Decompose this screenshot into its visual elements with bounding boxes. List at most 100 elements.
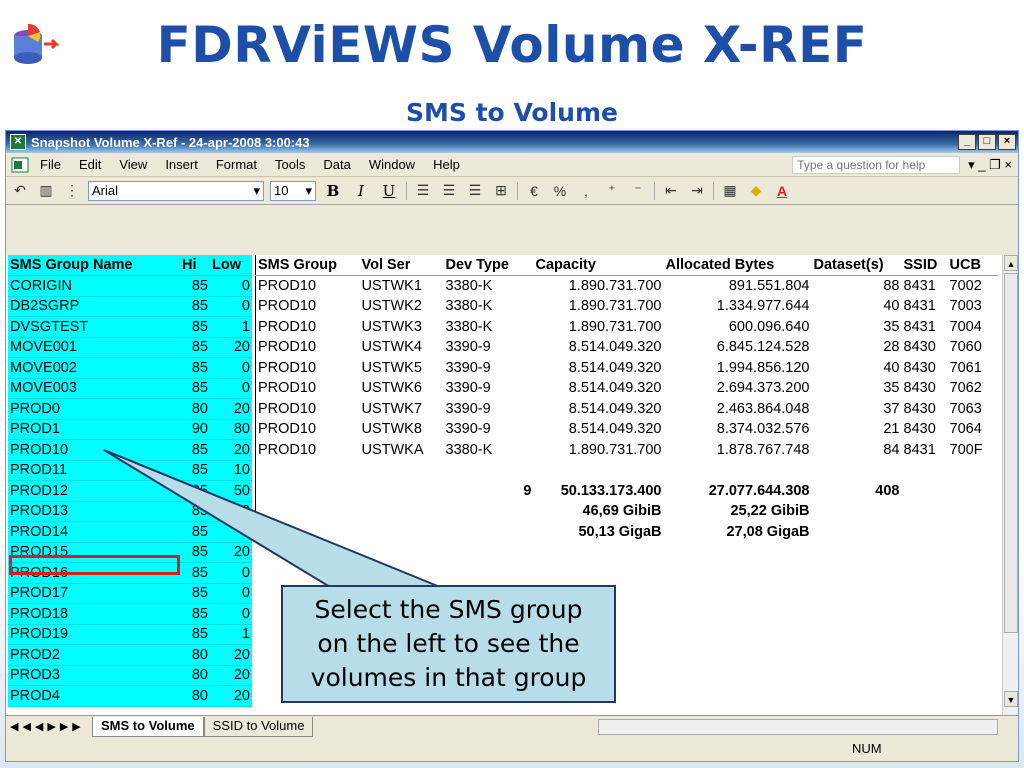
header-low[interactable]: Low bbox=[210, 255, 252, 276]
sms-group-name-cell[interactable]: PROD10 bbox=[8, 439, 180, 461]
sms-group-row[interactable]: MOVE002 85 0 bbox=[8, 357, 252, 379]
ssid-cell[interactable]: 8430 bbox=[902, 358, 948, 379]
underline-button[interactable]: U bbox=[378, 182, 400, 200]
sms-group-row[interactable]: PROD11 85 10 bbox=[8, 460, 252, 481]
sms-group-name-cell[interactable]: PROD11 bbox=[8, 460, 180, 481]
allocated-bytes-cell[interactable]: 1.334.977.644 bbox=[664, 296, 812, 317]
vol-ser-cell[interactable]: USTWK5 bbox=[360, 358, 444, 379]
volume-row[interactable]: PROD10 USTWKA 3380-K 1.890.731.700 1.878.767… bbox=[256, 440, 998, 461]
allocated-bytes-cell[interactable]: 1.878.767.748 bbox=[664, 440, 812, 461]
align-left-icon[interactable]: ☰ bbox=[413, 181, 433, 201]
sms-group-cell[interactable]: PROD10 bbox=[256, 337, 360, 358]
sms-group-name-cell[interactable]: PROD12 bbox=[8, 480, 180, 502]
allocated-bytes-cell[interactable]: 8.374.032.576 bbox=[664, 419, 812, 440]
sms-group-name-cell[interactable]: DB2SGRP bbox=[8, 296, 180, 317]
header-vol-ser[interactable]: Vol Ser bbox=[359, 255, 444, 276]
allocated-bytes-cell[interactable]: 891.551.804 bbox=[664, 276, 812, 297]
sms-group-cell[interactable]: PROD10 bbox=[256, 399, 360, 420]
increase-decimal-icon[interactable]: ⁺ bbox=[602, 181, 622, 201]
sms-group-low-cell[interactable]: 20 bbox=[210, 439, 252, 461]
sms-group-low-cell[interactable]: 0 bbox=[210, 521, 252, 543]
volume-row[interactable]: PROD10 USTWK1 3380-K 1.890.731.700 891.551.8… bbox=[256, 276, 998, 297]
volume-row[interactable]: PROD10 USTWK3 3380-K 1.890.731.700 600.096.6… bbox=[256, 317, 998, 338]
ucb-cell[interactable]: 7061 bbox=[948, 358, 998, 379]
sms-group-name-cell[interactable]: PROD3 bbox=[8, 665, 180, 686]
ucb-cell[interactable]: 7063 bbox=[948, 399, 998, 420]
allocated-bytes-cell[interactable]: 2.694.373.200 bbox=[664, 378, 812, 399]
dev-type-cell[interactable]: 3390-9 bbox=[444, 399, 534, 420]
sms-group-low-cell[interactable]: 20 bbox=[210, 398, 252, 420]
sms-group-row[interactable]: PROD1 90 80 bbox=[8, 419, 252, 440]
dev-type-cell[interactable]: 3380-K bbox=[444, 317, 534, 338]
sms-group-row[interactable]: PROD3 80 20 bbox=[8, 665, 252, 686]
sms-group-row[interactable]: PROD10 85 20 bbox=[8, 439, 252, 461]
sms-group-name-cell[interactable]: PROD1 bbox=[8, 419, 180, 440]
allocated-bytes-cell[interactable]: 1.994.856.120 bbox=[664, 358, 812, 379]
sms-group-name-cell[interactable]: DVSGTEST bbox=[8, 316, 180, 338]
sms-group-row[interactable]: PROD14 85 0 bbox=[8, 521, 252, 543]
datasets-cell[interactable]: 40 bbox=[812, 358, 902, 379]
volume-row[interactable]: PROD10 USTWK7 3390-9 8.514.049.320 2.463.864… bbox=[256, 399, 998, 420]
ucb-cell[interactable]: 700F bbox=[948, 440, 998, 461]
ucb-cell[interactable]: 7060 bbox=[948, 337, 998, 358]
sms-group-name-cell[interactable]: PROD0 bbox=[8, 398, 180, 420]
datasets-cell[interactable]: 88 bbox=[812, 276, 902, 297]
sms-group-low-cell[interactable]: 20 bbox=[210, 542, 252, 563]
ssid-cell[interactable]: 8431 bbox=[902, 317, 948, 338]
ssid-cell[interactable]: 8431 bbox=[902, 296, 948, 317]
sms-group-low-cell[interactable]: 20 bbox=[210, 337, 252, 358]
align-center-icon[interactable]: ☰ bbox=[439, 181, 459, 201]
sms-group-hi-cell[interactable]: 80 bbox=[180, 685, 210, 707]
sms-group-row[interactable]: DVSGTEST 85 1 bbox=[8, 316, 252, 338]
sms-group-cell[interactable]: PROD10 bbox=[256, 276, 360, 297]
horizontal-scrollbar[interactable] bbox=[598, 718, 998, 735]
datasets-cell[interactable]: 37 bbox=[812, 399, 902, 420]
merge-center-icon[interactable]: ⊞ bbox=[491, 181, 511, 201]
sms-group-hi-cell[interactable]: 85 bbox=[180, 316, 210, 338]
sms-group-hi-cell[interactable]: 80 bbox=[180, 398, 210, 420]
ucb-cell[interactable]: 7002 bbox=[948, 276, 998, 297]
gibib-row[interactable]: 46,69 GibiB 25,22 GibiB bbox=[256, 501, 998, 522]
font-color-icon[interactable]: A bbox=[772, 181, 792, 201]
sms-group-cell[interactable]: PROD10 bbox=[256, 419, 360, 440]
sms-group-hi-cell[interactable]: 85 bbox=[180, 337, 210, 358]
sms-group-low-cell[interactable]: 0 bbox=[210, 583, 252, 604]
ssid-cell[interactable]: 8430 bbox=[902, 399, 948, 420]
datasets-cell[interactable]: 35 bbox=[812, 317, 902, 338]
vol-ser-cell[interactable]: USTWK8 bbox=[360, 419, 444, 440]
sms-group-low-cell[interactable]: 0 bbox=[210, 275, 252, 297]
sms-group-low-cell[interactable]: 0 bbox=[210, 357, 252, 379]
menu-file[interactable]: File bbox=[40, 157, 61, 172]
sms-group-hi-cell[interactable]: 85 bbox=[180, 583, 210, 604]
vol-ser-cell[interactable]: USTWK2 bbox=[360, 296, 444, 317]
chart-wizard-icon[interactable]: ▥ bbox=[36, 181, 56, 201]
menu-data[interactable]: Data bbox=[323, 157, 350, 172]
dev-type-cell[interactable]: 3390-9 bbox=[444, 337, 534, 358]
sms-group-low-cell[interactable]: 0 bbox=[210, 378, 252, 399]
sms-group-hi-cell[interactable]: 80 bbox=[180, 665, 210, 686]
toolbar-options-icon[interactable]: ⋮ bbox=[62, 181, 82, 201]
font-size-select[interactable]: 10 ▾ bbox=[270, 180, 316, 201]
decrease-indent-icon[interactable]: ⇤ bbox=[661, 181, 681, 201]
capacity-cell[interactable]: 8.514.049.320 bbox=[534, 419, 664, 440]
capacity-cell[interactable]: 1.890.731.700 bbox=[534, 276, 664, 297]
help-search-input[interactable]: Type a question for help bbox=[792, 155, 961, 174]
fill-color-icon[interactable]: ◆ bbox=[746, 181, 766, 201]
ssid-cell[interactable]: 8431 bbox=[902, 440, 948, 461]
datasets-cell[interactable]: 35 bbox=[812, 378, 902, 399]
sms-group-low-cell[interactable]: 10 bbox=[210, 460, 252, 481]
ucb-cell[interactable]: 7064 bbox=[948, 419, 998, 440]
sms-group-low-cell[interactable]: 1 bbox=[210, 624, 252, 645]
document-window-controls[interactable]: ▾ _ ❐ × bbox=[968, 157, 1012, 173]
capacity-cell[interactable]: 1.890.731.700 bbox=[534, 296, 664, 317]
italic-button[interactable]: I bbox=[350, 182, 372, 200]
ssid-cell[interactable]: 8430 bbox=[902, 337, 948, 358]
dev-type-cell[interactable]: 3380-K bbox=[444, 276, 534, 297]
sms-group-hi-cell[interactable]: 85 bbox=[180, 378, 210, 399]
capacity-cell[interactable]: 1.890.731.700 bbox=[534, 440, 664, 461]
sms-group-hi-cell[interactable]: 85 bbox=[180, 603, 210, 625]
sms-group-name-cell[interactable]: PROD19 bbox=[8, 624, 180, 645]
sms-group-hi-cell[interactable]: 85 bbox=[180, 296, 210, 317]
sms-group-low-cell[interactable]: 20 bbox=[210, 685, 252, 707]
allocated-bytes-cell[interactable]: 6.845.124.528 bbox=[664, 337, 812, 358]
